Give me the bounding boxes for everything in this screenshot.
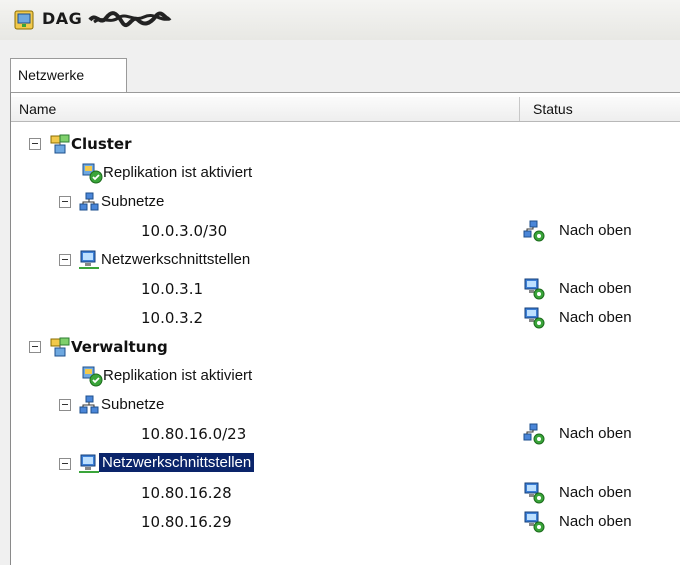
tab-label: Netzwerke	[18, 67, 85, 83]
replication-icon	[81, 365, 103, 387]
tree-node-verwaltung-replication[interactable]: Replikation ist aktiviert	[11, 362, 680, 390]
dag-server-icon	[14, 10, 34, 30]
subnet-up-icon	[523, 220, 545, 242]
status-text: Nach oben	[559, 425, 632, 442]
collapse-toggle[interactable]	[59, 196, 71, 208]
collapse-toggle[interactable]	[29, 341, 41, 353]
collapse-toggle[interactable]	[29, 138, 41, 150]
tree-node-verwaltung-subnet-1[interactable]: 10.80.16.0/23 Nach oben	[11, 420, 680, 448]
status-text: Nach oben	[559, 513, 632, 530]
window-title-bar: DAG	[0, 0, 680, 41]
subnet-up-icon	[523, 423, 545, 445]
tree-node-cluster-if-2[interactable]: 10.0.3.2 Nach oben	[11, 304, 680, 332]
collapse-toggle[interactable]	[59, 399, 71, 411]
tree-label: Replikation ist aktiviert	[103, 367, 253, 384]
subnet-icon	[78, 191, 100, 213]
replication-icon	[81, 162, 103, 184]
tree-label: Verwaltung	[71, 338, 168, 356]
nic-up-icon	[523, 307, 545, 329]
tree-label: Replikation ist aktiviert	[103, 164, 253, 181]
tree-label: 10.0.3.1	[141, 280, 204, 298]
nic-icon	[78, 249, 100, 271]
collapse-toggle[interactable]	[59, 458, 71, 470]
column-header: Name Status	[11, 97, 680, 122]
network-group-icon	[49, 336, 71, 358]
nic-up-icon	[523, 511, 545, 533]
tree-node-verwaltung-interfaces[interactable]: Netzwerkschnittstellen	[11, 450, 680, 478]
network-group-icon	[49, 133, 71, 155]
status-text: Nach oben	[559, 309, 632, 326]
nic-icon	[78, 453, 100, 475]
tree-node-cluster-if-1[interactable]: 10.0.3.1 Nach oben	[11, 275, 680, 303]
network-tree-panel: Name Status Cluster Replikation ist akti…	[10, 92, 680, 565]
tree-node-verwaltung[interactable]: Verwaltung	[11, 333, 680, 361]
subnet-icon	[78, 394, 100, 416]
tree-node-verwaltung-if-1[interactable]: 10.80.16.28 Nach oben	[11, 479, 680, 507]
tree-label: Subnetze	[101, 193, 165, 210]
tree-label: 10.0.3.0/30	[141, 222, 228, 240]
column-status-header[interactable]: Status	[533, 101, 573, 117]
tree-node-verwaltung-subnets[interactable]: Subnetze	[11, 391, 680, 419]
nic-up-icon	[523, 482, 545, 504]
tree-node-cluster-subnet-1[interactable]: 10.0.3.0/30 Nach oben	[11, 217, 680, 245]
collapse-toggle[interactable]	[59, 254, 71, 266]
status-text: Nach oben	[559, 280, 632, 297]
tree-label: 10.80.16.29	[141, 513, 232, 531]
nic-up-icon	[523, 278, 545, 300]
tree-node-cluster[interactable]: Cluster	[11, 130, 680, 158]
tree-label: 10.80.16.0/23	[141, 425, 247, 443]
tree-label: Netzwerkschnittstellen	[101, 251, 251, 268]
status-text: Nach oben	[559, 222, 632, 239]
tree-label: 10.80.16.28	[141, 484, 232, 502]
tree-label-selected: Netzwerkschnittstellen	[99, 453, 255, 472]
tree-label: Subnetze	[101, 396, 165, 413]
redacted-scribble	[88, 11, 172, 28]
window-title: DAG	[42, 9, 83, 28]
tree-node-cluster-replication[interactable]: Replikation ist aktiviert	[11, 159, 680, 187]
tree-node-cluster-subnets[interactable]: Subnetze	[11, 188, 680, 216]
status-text: Nach oben	[559, 484, 632, 501]
tree-label: Cluster	[71, 135, 132, 153]
tree-label: 10.0.3.2	[141, 309, 204, 327]
column-name-header[interactable]: Name	[19, 101, 56, 117]
tree-node-verwaltung-if-2[interactable]: 10.80.16.29 Nach oben	[11, 508, 680, 536]
tree-node-cluster-interfaces[interactable]: Netzwerkschnittstellen	[11, 246, 680, 274]
column-separator[interactable]	[519, 97, 520, 121]
tab-netzwerke[interactable]: Netzwerke	[10, 58, 127, 93]
